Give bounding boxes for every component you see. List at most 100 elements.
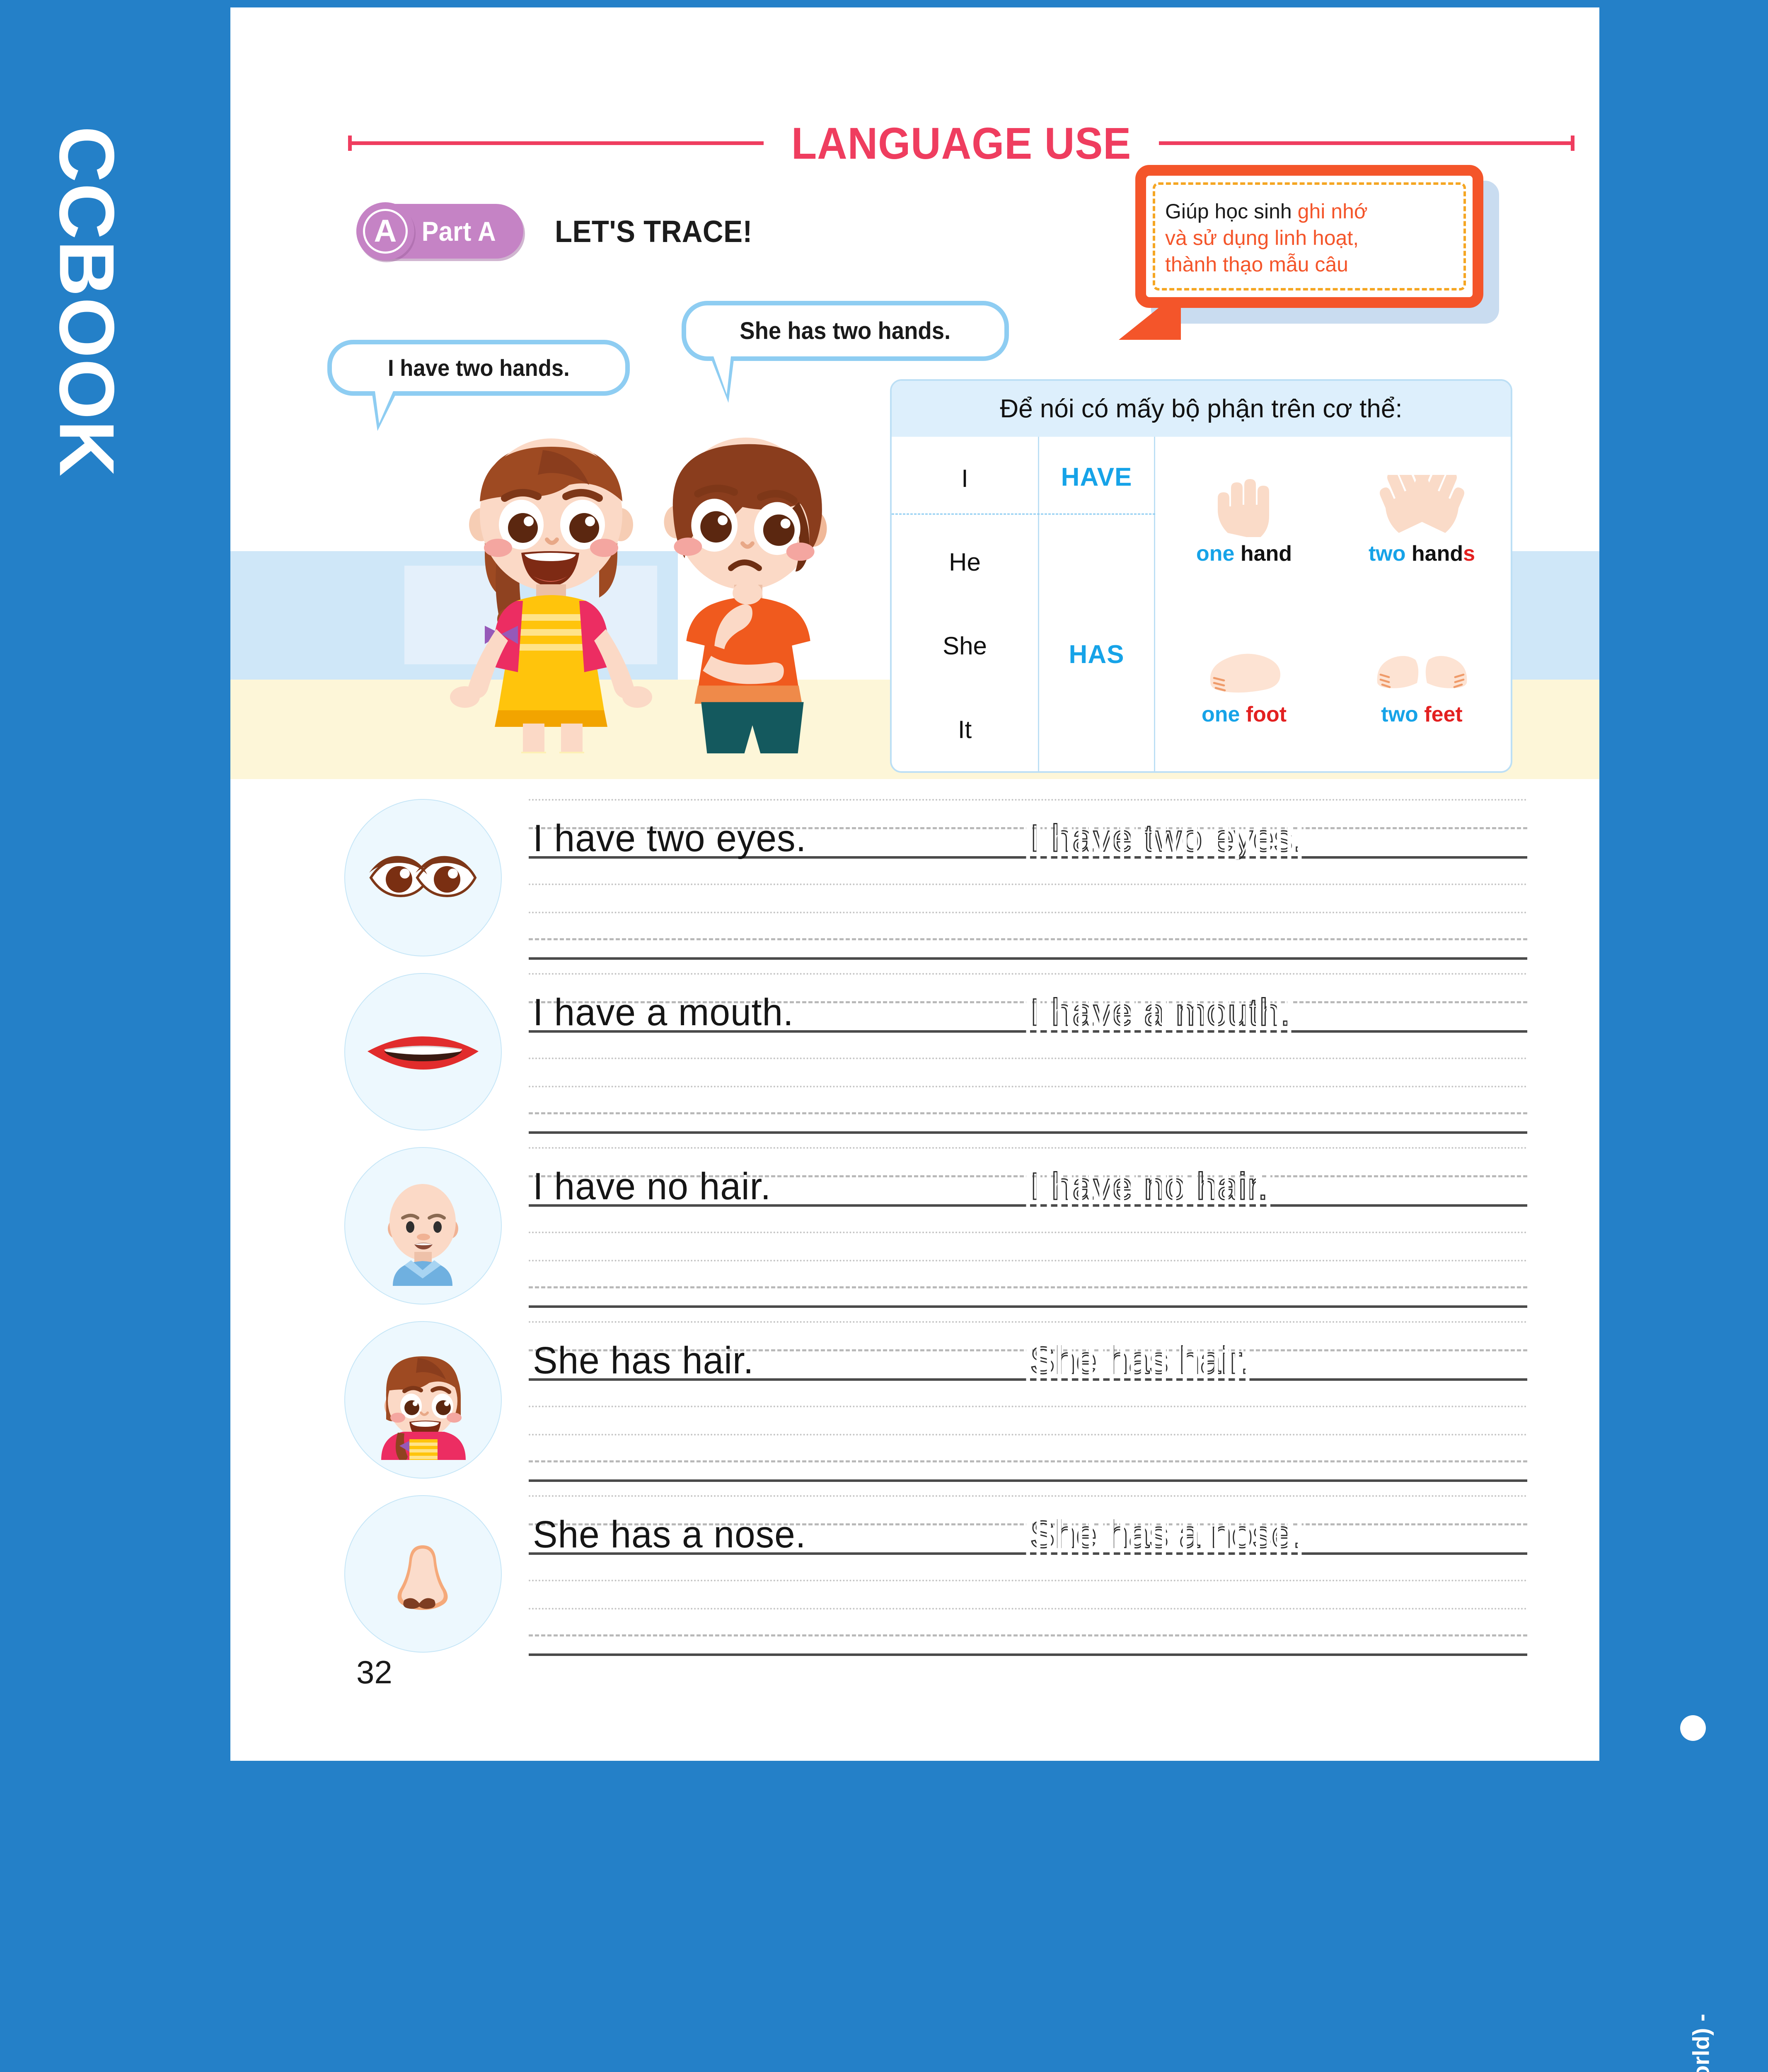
eyes-icon — [344, 799, 502, 956]
trace-row-mouth: I have a mouth. I have a mouth. — [230, 961, 1599, 1135]
examples-grid: one hand two hands one foot two feet — [1155, 437, 1511, 771]
callout-text-black: Giúp học sinh — [1165, 199, 1298, 223]
caption-two-feet: two feet — [1381, 702, 1462, 727]
caption-one-foot: one foot — [1202, 702, 1287, 727]
verb-have: HAVE — [1061, 463, 1132, 491]
pronoun-cell-she: She — [943, 632, 987, 660]
cap-num-two-feet: two — [1381, 702, 1418, 727]
guide-line-d1 — [529, 1406, 1527, 1407]
guide-line-d1 — [529, 1058, 1527, 1059]
example-two-hands: two hands — [1333, 437, 1511, 604]
guide-line-d2 — [529, 1434, 1527, 1435]
speech-bubble-boy-text: She has two hands. — [740, 317, 951, 344]
verb-column: HAVE HAS — [1039, 437, 1155, 771]
speech-bubble-girl: I have two hands. — [327, 340, 630, 431]
one-foot-icon — [1210, 654, 1280, 693]
two-feet-icon — [1377, 656, 1467, 689]
guide-line-dash2 — [529, 938, 1527, 940]
cap-noun-foot: foot — [1246, 702, 1287, 727]
pronoun-cell-i: I — [961, 465, 968, 493]
part-letter-circle-icon: A — [356, 202, 414, 260]
trace-sentence[interactable]: She has a nose. — [1026, 1513, 1308, 1556]
trace-sentence-row: I have a mouth. I have a mouth. — [533, 973, 1531, 1034]
mouth-icon — [344, 973, 502, 1130]
callout-dashed-frame: Giúp học sinh ghi nhớ và sử dụng linh ho… — [1153, 182, 1466, 290]
title-rule-right — [1159, 135, 1575, 151]
examples-column: one hand two hands one foot two feet — [1155, 437, 1511, 771]
model-sentence: She has hair. — [533, 1339, 754, 1382]
example-one-hand: one hand — [1155, 437, 1333, 604]
bottom-border-strip — [0, 1761, 1768, 1768]
verb-has: HAS — [1069, 640, 1125, 669]
sidebar-line-2: Phát triển vốn từ vựng, cấu trúc câu, kĩ… — [1718, 1694, 1751, 2072]
trace-row-nose: She has a nose. She has a nose. — [230, 1484, 1599, 1658]
bald-head-icon — [344, 1147, 502, 1305]
caption-one-hand: one hand — [1196, 541, 1292, 566]
cap-num-one-foot: one — [1201, 702, 1240, 727]
part-a-badge[interactable]: A Part A — [356, 202, 523, 260]
boy-character-illustration — [622, 423, 870, 753]
trace-sentence[interactable]: I have two eyes. — [1026, 817, 1308, 860]
speech-tail-girl-inner — [375, 391, 393, 424]
pronoun-cell-it: It — [958, 715, 972, 743]
page-root: CCBOOK Build-up 1B - Có đáp án (theo bộ … — [0, 0, 1768, 2072]
callout-line-1: Giúp học sinh ghi nhớ — [1165, 199, 1455, 223]
bullet-dot-icon — [1680, 1715, 1706, 1741]
callout-line-2: và sử dụng linh hoạt, — [1165, 226, 1359, 249]
cap-noun-hand: hand — [1240, 541, 1292, 566]
brand-logo-text: CCBOOK — [44, 126, 131, 477]
one-hand-icon — [1217, 479, 1269, 537]
model-sentence: She has a nose. — [533, 1513, 806, 1556]
trace-row-no-hair: I have no hair. I have no hair. — [230, 1135, 1599, 1310]
part-letter: A — [363, 209, 408, 254]
speech-bubble-boy: She has two hands. — [682, 301, 1009, 403]
right-sidebar: Build-up 1B - Có đáp án (theo bộ sách Ti… — [1599, 0, 1768, 2072]
trace-sentence-row: She has a nose. She has a nose. — [533, 1495, 1531, 1556]
example-two-feet: two feet — [1333, 604, 1511, 772]
trace-sentence-row: I have no hair. I have no hair. — [533, 1147, 1531, 1208]
guide-line-dash2 — [529, 1286, 1527, 1288]
trace-lines-mouth: I have a mouth. I have a mouth. — [529, 961, 1527, 1135]
trace-lines-has-hair: She has hair. She has hair. — [529, 1310, 1527, 1484]
part-a-header: A Part A LET'S TRACE! — [356, 202, 760, 260]
pronoun-column: I He She It — [892, 437, 1039, 771]
cap-plural-s: s — [1463, 541, 1475, 566]
grammar-table-body: I He She It HAVE HAS one hand two hands … — [892, 437, 1511, 771]
guide-line-dash2 — [529, 1112, 1527, 1114]
guide-line-d2 — [529, 1608, 1527, 1610]
guide-line-d1 — [529, 1232, 1527, 1233]
cap-num-one: one — [1196, 541, 1235, 566]
have-has-divider — [892, 513, 1155, 515]
guide-line-d2 — [529, 912, 1527, 913]
guide-line-dash2 — [529, 1460, 1527, 1462]
page-title: LANGUAGE USE — [791, 118, 1132, 168]
page-number: 32 — [356, 1654, 392, 1690]
trace-sentence-row: I have two eyes. I have two eyes. — [533, 799, 1531, 860]
right-sidebar-text: Build-up 1B - Có đáp án (theo bộ sách Ti… — [1684, 1694, 1751, 2072]
sidebar-line-1: Build-up 1B - Có đáp án (theo bộ sách Ti… — [1684, 1694, 1718, 2072]
trace-lines-nose: She has a nose. She has a nose. — [529, 1484, 1527, 1658]
grammar-reference-table: Để nói có mấy bộ phận trên cơ thể: I He … — [890, 379, 1512, 773]
trace-sentence[interactable]: I have a mouth. — [1026, 991, 1295, 1034]
speech-bubble-girl-text: I have two hands. — [387, 355, 570, 381]
guide-line-bottom — [529, 1131, 1527, 1134]
teacher-note-callout: Giúp học sinh ghi nhớ và sử dụng linh ho… — [1135, 165, 1483, 308]
guide-line-dash2 — [529, 1634, 1527, 1636]
trace-sentence-row: She has hair. She has hair. — [533, 1321, 1531, 1382]
speech-tail-boy-inner — [713, 356, 731, 395]
page-title-row: LANGUAGE USE — [348, 118, 1575, 168]
brand-logo: CCBOOK — [0, 25, 174, 646]
guide-line-bottom — [529, 957, 1527, 960]
caption-two-hands: two hands — [1369, 541, 1475, 566]
model-sentence: I have a mouth. — [533, 991, 794, 1034]
trace-sentence[interactable]: She has hair. — [1026, 1339, 1255, 1382]
guide-line-d2 — [529, 1086, 1527, 1087]
cap-noun-hands: hand — [1411, 541, 1463, 566]
guide-line-d2 — [529, 1260, 1527, 1261]
trace-sentence[interactable]: I have no hair. — [1026, 1165, 1272, 1208]
example-one-foot: one foot — [1155, 604, 1333, 772]
callout-text-highlight: ghi nhớ — [1297, 199, 1368, 223]
top-border-strip — [230, 0, 1768, 7]
guide-line-d1 — [529, 1580, 1527, 1581]
trace-lines-no-hair: I have no hair. I have no hair. — [529, 1135, 1527, 1310]
